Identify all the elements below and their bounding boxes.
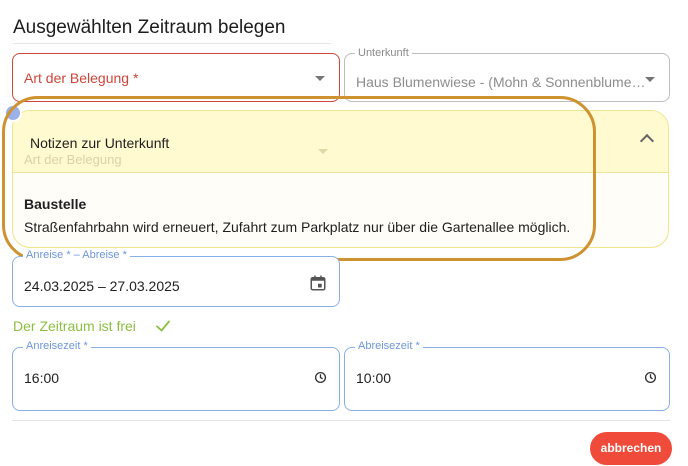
- dialog-title: Ausgewählten Zeitraum belegen: [13, 17, 286, 38]
- chevron-up-icon[interactable]: [639, 133, 655, 149]
- unterkunft-value: Haus Blumenwiese - (Mohn & Sonnenblume).…: [356, 74, 646, 90]
- notes-title: Notizen zur Unterkunft: [30, 135, 170, 151]
- belegung-placeholder: Art der Belegung *: [24, 70, 139, 86]
- check-icon: [156, 320, 170, 332]
- info-badge-icon: [4, 104, 22, 122]
- availability-status: Der Zeitraum ist frei: [13, 318, 136, 334]
- notes-panel: Notizen zur Unterkunft Art der Belegung …: [12, 110, 669, 248]
- clock-icon[interactable]: [314, 371, 327, 384]
- ghost-caret-icon: [318, 149, 328, 154]
- footer-divider: [12, 420, 670, 421]
- notes-heading: Baustelle: [24, 196, 87, 212]
- notes-body: Straßenfahrbahn wird erneuert, Zufahrt z…: [24, 219, 571, 235]
- calendar-icon[interactable]: [309, 274, 327, 292]
- abreisezeit-legend: Abreisezeit *: [355, 339, 423, 353]
- caret-down-icon: [645, 77, 655, 82]
- anreisezeit-legend: Anreisezeit *: [23, 339, 91, 353]
- art-der-belegung-select[interactable]: Art der Belegung *: [12, 53, 340, 102]
- cancel-button[interactable]: abbrechen: [590, 432, 672, 465]
- abreisezeit-input[interactable]: Abreisezeit * 10:00: [344, 339, 670, 411]
- clock-icon[interactable]: [644, 371, 657, 384]
- caret-down-icon: [315, 76, 325, 81]
- title-divider: [13, 43, 331, 44]
- date-range-legend: Anreise * – Abreise *: [23, 248, 130, 262]
- date-range-value: 24.03.2025 – 27.03.2025: [24, 278, 180, 294]
- anreisezeit-value: 16:00: [24, 370, 60, 386]
- unterkunft-select[interactable]: Unterkunft Haus Blumenwiese - (Mohn & So…: [344, 46, 670, 102]
- abreisezeit-value: 10:00: [356, 370, 392, 386]
- notes-header[interactable]: Notizen zur Unterkunft Art der Belegung: [13, 111, 668, 173]
- anreisezeit-input[interactable]: Anreisezeit * 16:00: [12, 339, 340, 411]
- unterkunft-legend: Unterkunft: [355, 46, 412, 60]
- date-range-field[interactable]: Anreise * – Abreise * 24.03.2025 – 27.03…: [12, 248, 340, 307]
- ghost-belegung-label: Art der Belegung: [24, 152, 122, 167]
